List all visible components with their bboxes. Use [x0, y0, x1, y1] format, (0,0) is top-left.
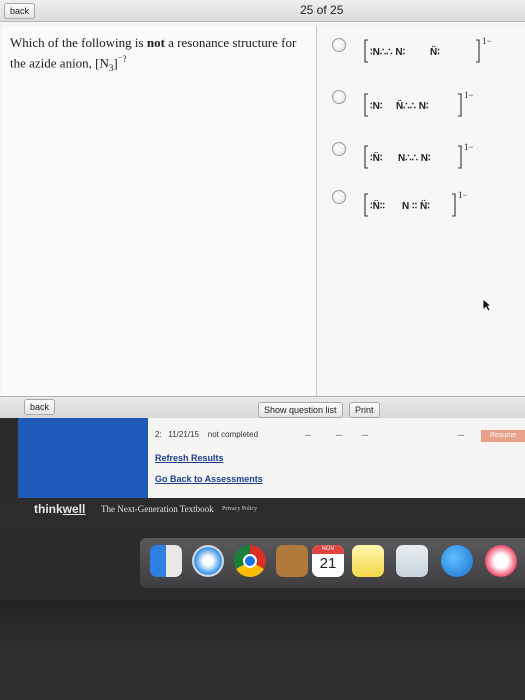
mouse-cursor-icon [482, 298, 492, 312]
notes-icon[interactable] [352, 545, 384, 577]
radio-button[interactable] [332, 190, 346, 204]
assessment-window: back 25 of 25 Which of the following is … [0, 0, 525, 418]
row-dash: -- [362, 430, 368, 440]
radio-button[interactable] [332, 142, 346, 156]
row-dash: -- [336, 430, 342, 440]
answer-option-d[interactable]: ∶N̈∶∶ N ∶∶ N̈∶ 1− [318, 184, 518, 228]
messages-icon[interactable] [441, 545, 473, 577]
structure-right: N̈∴∴ N∶ [396, 99, 429, 112]
row-number: 2: [155, 430, 162, 439]
show-question-list-button[interactable]: Show question list [258, 402, 343, 418]
print-button[interactable]: Print [349, 402, 380, 418]
row-dash: -- [305, 430, 311, 440]
chrome-icon[interactable] [234, 545, 266, 577]
calendar-icon[interactable]: NOV 21 [312, 545, 344, 577]
itunes-icon[interactable] [485, 545, 517, 577]
charge-label: 1− [458, 190, 468, 200]
back-button[interactable]: back [4, 3, 36, 19]
safari-icon[interactable] [192, 545, 224, 577]
back-button-bottom[interactable]: back [24, 399, 56, 415]
calendar-day: 21 [319, 555, 337, 572]
contacts-icon[interactable] [276, 545, 308, 577]
row-date: 11/21/15 [168, 430, 199, 439]
tagline: The Next-Generation Textbook [101, 504, 214, 514]
charge-label: 1− [464, 90, 474, 100]
blue-panel [18, 418, 148, 498]
lewis-structure: ∶N∶ N̈∴∴ N∶ 1− [364, 90, 474, 117]
result-row: 2: 11/21/15 not completed [155, 430, 258, 439]
question-text: Which of the following is not a resonanc… [10, 35, 297, 73]
question-pane: Which of the following is not a resonanc… [2, 26, 317, 398]
structure-left: ∶N̈∶∶ [370, 199, 385, 212]
structure-left: ∶N∴∴ N∶ [370, 47, 406, 58]
thinkwell-logo: thinkwell [34, 502, 86, 516]
charge-label: 1− [482, 36, 492, 46]
structure-right: N̈∶ [430, 45, 440, 58]
resume-button[interactable]: Resume [481, 430, 525, 442]
answer-option-b[interactable]: ∶N∶ N̈∴∴ N∶ 1− [318, 84, 518, 128]
bottom-toolbar: back Show question list Print [0, 396, 525, 418]
answer-option-c[interactable]: ∶N̈∶ N∴∴ N∶ 1− [318, 136, 518, 180]
finder-icon[interactable] [150, 545, 182, 577]
answer-choices: ∶N∴∴ N∶ N̈∶ 1− ∶N∶ N̈∴∴ N∶ 1− ∶N̈∶ N∴∴ N… [318, 26, 525, 398]
row-status: not completed [207, 430, 259, 439]
structure-right: N ∶∶ N̈∶ [402, 199, 430, 212]
go-back-to-assessments-link[interactable]: Go Back to Assessments [155, 474, 263, 484]
radio-button[interactable] [332, 90, 346, 104]
lewis-structure: ∶N̈∶ N∴∴ N∶ 1− [364, 142, 474, 169]
question-counter: 25 of 25 [300, 3, 344, 17]
preview-icon[interactable] [396, 545, 428, 577]
structure-left: ∶N∶ [370, 101, 383, 112]
answer-option-a[interactable]: ∶N∴∴ N∶ N̈∶ 1− [318, 30, 518, 74]
privacy-policy-link[interactable]: Privacy Policy [222, 506, 257, 512]
row-dash: -- [458, 430, 464, 440]
lewis-structure: ∶N∴∴ N∶ N̈∶ 1− [364, 36, 492, 63]
structure-right: N∴∴ N∶ [398, 153, 431, 164]
lewis-structure: ∶N̈∶∶ N ∶∶ N̈∶ 1− [364, 190, 468, 217]
calendar-month: NOV [312, 545, 344, 554]
refresh-results-link[interactable]: Refresh Results [155, 453, 224, 463]
charge-label: 1− [464, 142, 474, 152]
laptop-bezel-edge [0, 660, 525, 700]
structure-left: ∶N̈∶ [370, 151, 383, 164]
assessment-results: 2: 11/21/15 not completed -- -- -- -- Re… [18, 418, 525, 498]
top-toolbar: back 25 of 25 [0, 0, 525, 22]
radio-button[interactable] [332, 38, 346, 52]
